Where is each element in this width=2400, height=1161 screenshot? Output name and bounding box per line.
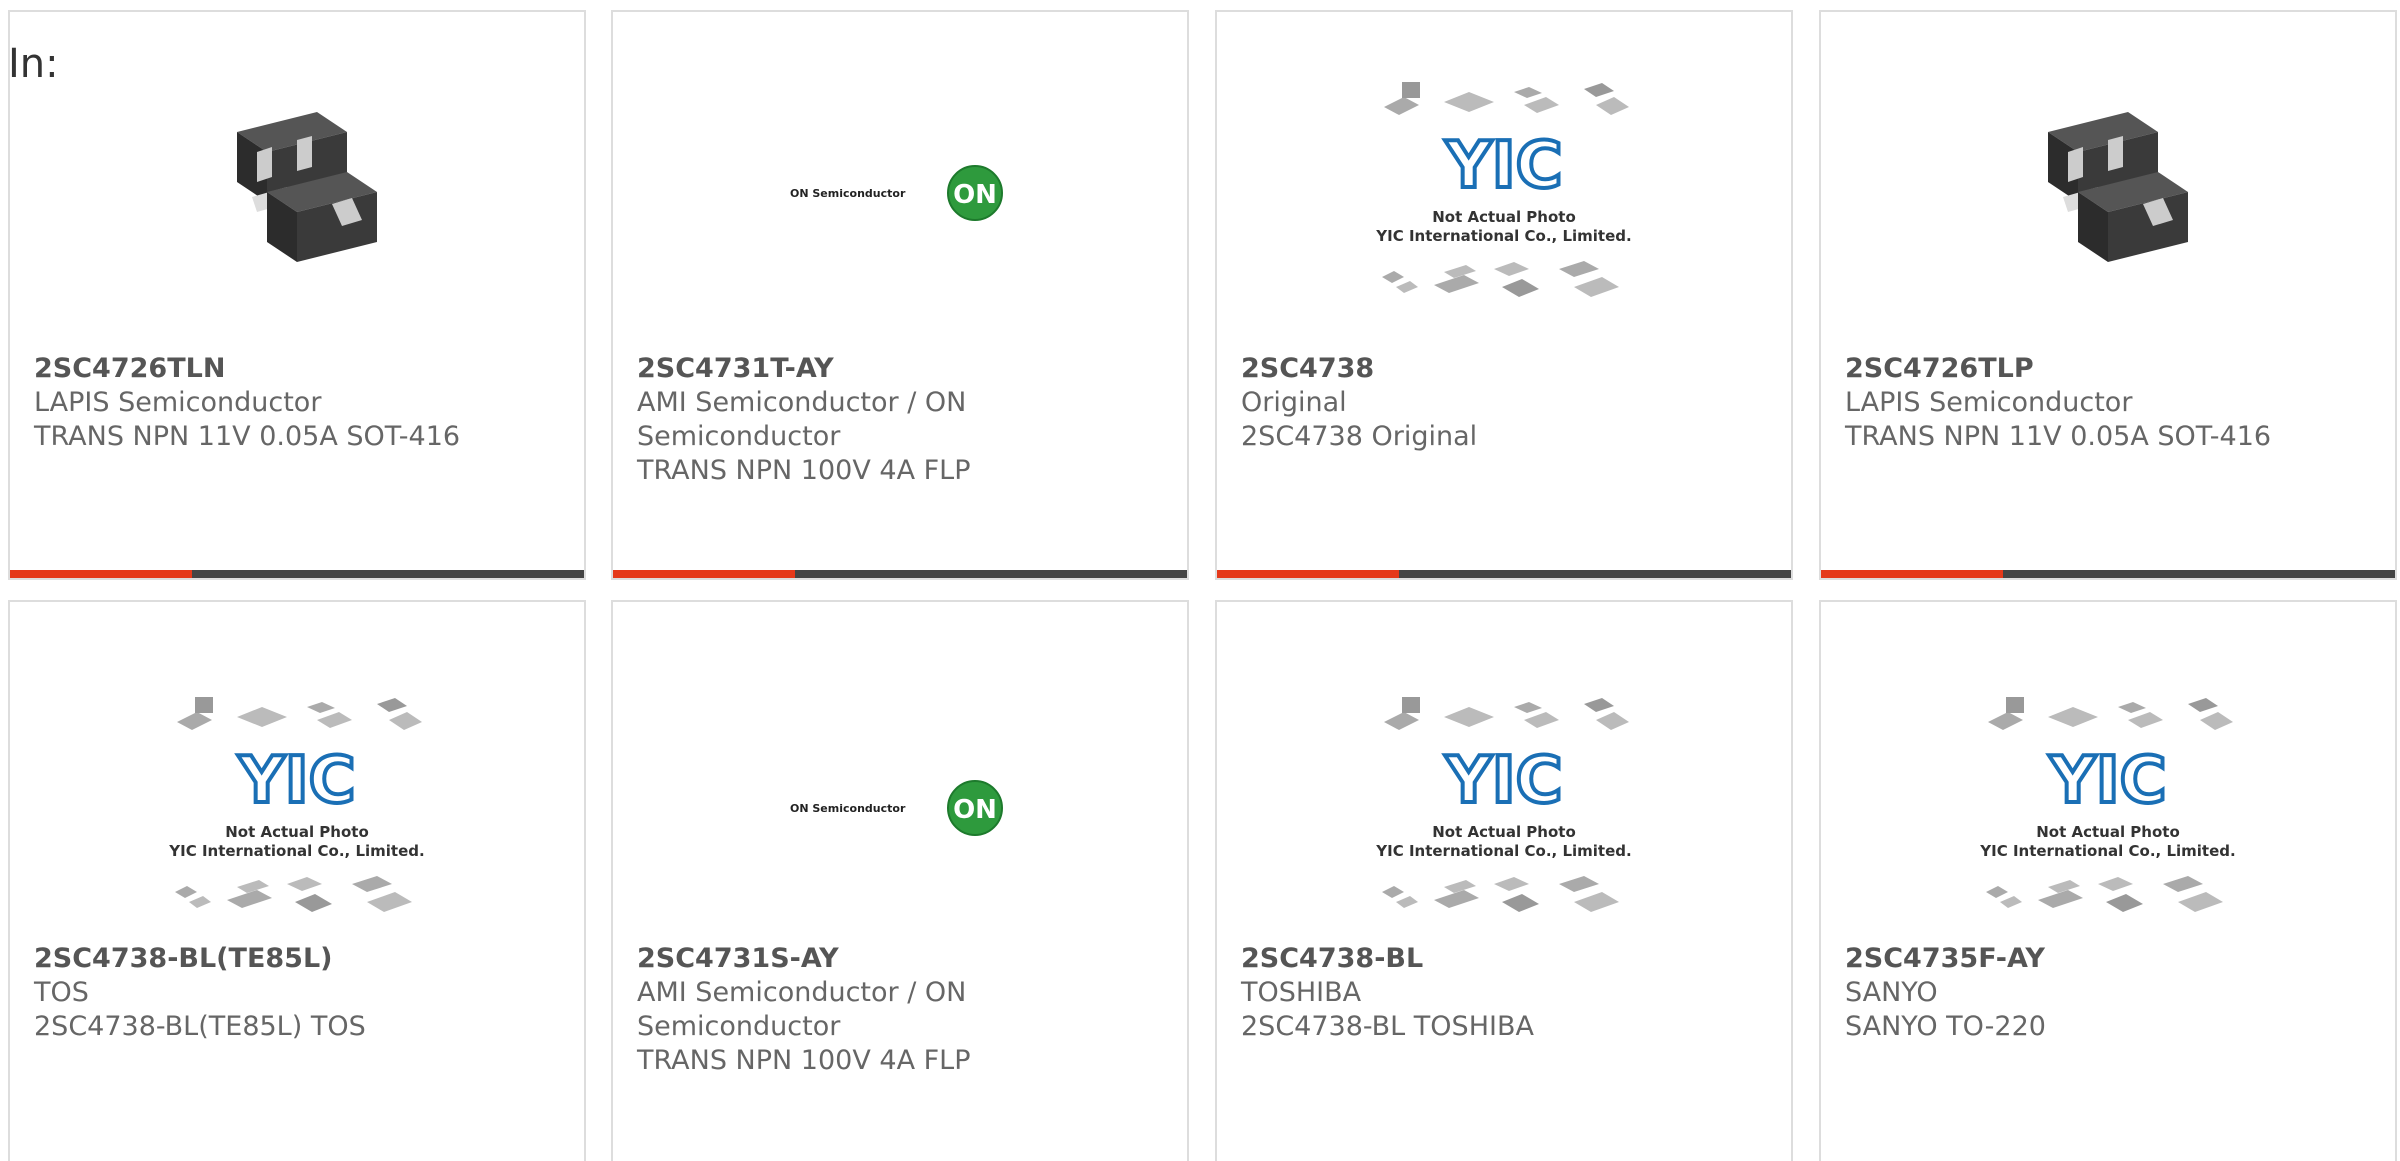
product-info: 2SC4738 Original 2SC4738 Original: [1241, 352, 1761, 454]
product-card[interactable]: 2SC4726TLP LAPIS Semiconductor TRANS NPN…: [1819, 10, 2397, 580]
product-description: TRANS NPN 11V 0.05A SOT-416: [34, 421, 461, 452]
product-manufacturer: AMI Semiconductor / ON Semiconductor: [637, 387, 967, 452]
product-manufacturer: TOSHIBA: [1241, 977, 1362, 1008]
yic-placeholder: YIC Not Actual Photo YIC International C…: [1979, 697, 2236, 912]
placeholder-line2: YIC International Co., Limited.: [168, 842, 424, 860]
yic-placeholder: YIC Not Actual Photo YIC International C…: [1375, 82, 1632, 297]
product-info: 2SC4735F-AY SANYO SANYO TO-220: [1845, 942, 2365, 1044]
product-manufacturer: LAPIS Semiconductor: [1845, 387, 2133, 418]
product-image[interactable]: YIC Not Actual Photo YIC International C…: [10, 682, 584, 932]
product-info: 2SC4726TLN LAPIS Semiconductor TRANS NPN…: [34, 352, 554, 454]
yic-placeholder: YIC Not Actual Photo YIC International C…: [168, 697, 425, 912]
product-card[interactable]: 2SC4726TLN LAPIS Semiconductor TRANS NPN…: [8, 10, 586, 580]
card-accent-bar: [1217, 570, 1399, 578]
product-description: 2SC4738 Original: [1241, 421, 1478, 452]
card-accent-bar: [613, 570, 795, 578]
card-bottom-bar: [613, 570, 1187, 578]
product-image[interactable]: [1821, 67, 2395, 317]
product-part-number[interactable]: 2SC4731S-AY: [637, 942, 1157, 976]
card-bottom-bar: [1821, 570, 2395, 578]
product-card[interactable]: ON Semiconductor ON 2SC4731T-AY AMI Semi…: [611, 10, 1189, 580]
on-semi-logo-text: ON Semiconductor: [790, 187, 906, 200]
product-part-number[interactable]: 2SC4735F-AY: [1845, 942, 2365, 976]
product-part-number[interactable]: 2SC4726TLP: [1845, 352, 2365, 386]
product-image[interactable]: YIC Not Actual Photo YIC International C…: [1217, 682, 1791, 932]
placeholder-line1: Not Actual Photo: [2036, 823, 2180, 841]
product-card[interactable]: YIC Not Actual Photo YIC International C…: [1819, 600, 2397, 1161]
filter-label: In:: [8, 41, 59, 87]
placeholder-line1: Not Actual Photo: [225, 823, 369, 841]
yic-logo-text: YIC: [237, 744, 355, 818]
placeholder-line2: YIC International Co., Limited.: [1375, 842, 1631, 860]
yic-placeholder: YIC Not Actual Photo YIC International C…: [1375, 697, 1632, 912]
product-manufacturer: TOS: [34, 977, 89, 1008]
product-image[interactable]: YIC Not Actual Photo YIC International C…: [1821, 682, 2395, 932]
product-info: 2SC4731T-AY AMI Semiconductor / ON Semic…: [637, 352, 1157, 488]
product-image[interactable]: ON Semiconductor ON: [613, 682, 1187, 932]
product-card[interactable]: YIC Not Actual Photo YIC International C…: [8, 600, 586, 1161]
product-part-number[interactable]: 2SC4731T-AY: [637, 352, 1157, 386]
product-info: 2SC4738-BL(TE85L) TOS 2SC4738-BL(TE85L) …: [34, 942, 554, 1044]
product-description: TRANS NPN 11V 0.05A SOT-416: [1845, 421, 2272, 452]
product-part-number[interactable]: 2SC4738-BL(TE85L): [34, 942, 554, 976]
product-card[interactable]: ON Semiconductor ON 2SC4731S-AY AMI Semi…: [611, 600, 1189, 1161]
on-semiconductor-logo: ON Semiconductor ON: [790, 165, 1003, 221]
card-accent-bar: [1821, 570, 2003, 578]
product-description: 2SC4738-BL(TE85L) TOS: [34, 1011, 366, 1042]
product-manufacturer: Original: [1241, 387, 1347, 418]
placeholder-line1: Not Actual Photo: [1432, 823, 1576, 841]
yic-logo-text: YIC: [1444, 744, 1562, 818]
product-description: SANYO TO-220: [1845, 1011, 2046, 1042]
card-bottom-bar: [10, 570, 584, 578]
yic-logo-text: YIC: [2048, 744, 2166, 818]
placeholder-line2: YIC International Co., Limited.: [1375, 227, 1631, 245]
product-part-number[interactable]: 2SC4726TLN: [34, 352, 554, 386]
yic-logo-text: YIC: [1444, 129, 1562, 203]
sot416-chip-photo: [2008, 92, 2208, 292]
product-manufacturer: LAPIS Semiconductor: [34, 387, 322, 418]
product-image[interactable]: [10, 67, 584, 317]
product-grid-page: In: 2SC4726TLN LAPIS Semiconductor TRANS…: [0, 0, 2400, 1161]
product-image[interactable]: ON Semiconductor ON: [613, 67, 1187, 317]
on-semiconductor-logo: ON Semiconductor ON: [790, 780, 1003, 836]
product-image[interactable]: YIC Not Actual Photo YIC International C…: [1217, 67, 1791, 317]
product-description: TRANS NPN 100V 4A FLP: [637, 1045, 971, 1076]
placeholder-line2: YIC International Co., Limited.: [1979, 842, 2235, 860]
on-badge-text: ON: [953, 180, 997, 210]
on-badge-text: ON: [953, 795, 997, 825]
product-description: 2SC4738-BL TOSHIBA: [1241, 1011, 1534, 1042]
product-info: 2SC4738-BL TOSHIBA 2SC4738-BL TOSHIBA: [1241, 942, 1761, 1044]
product-card[interactable]: YIC Not Actual Photo YIC International C…: [1215, 10, 1793, 580]
on-semi-logo-text: ON Semiconductor: [790, 802, 906, 815]
product-info: 2SC4726TLP LAPIS Semiconductor TRANS NPN…: [1845, 352, 2365, 454]
product-manufacturer: AMI Semiconductor / ON Semiconductor: [637, 977, 967, 1042]
sot416-chip-photo: [197, 92, 397, 292]
product-part-number[interactable]: 2SC4738: [1241, 352, 1761, 386]
product-info: 2SC4731S-AY AMI Semiconductor / ON Semic…: [637, 942, 1157, 1078]
product-description: TRANS NPN 100V 4A FLP: [637, 455, 971, 486]
product-card[interactable]: YIC Not Actual Photo YIC International C…: [1215, 600, 1793, 1161]
product-part-number[interactable]: 2SC4738-BL: [1241, 942, 1761, 976]
product-manufacturer: SANYO: [1845, 977, 1938, 1008]
placeholder-line1: Not Actual Photo: [1432, 208, 1576, 226]
card-bottom-bar: [1217, 570, 1791, 578]
card-accent-bar: [10, 570, 192, 578]
